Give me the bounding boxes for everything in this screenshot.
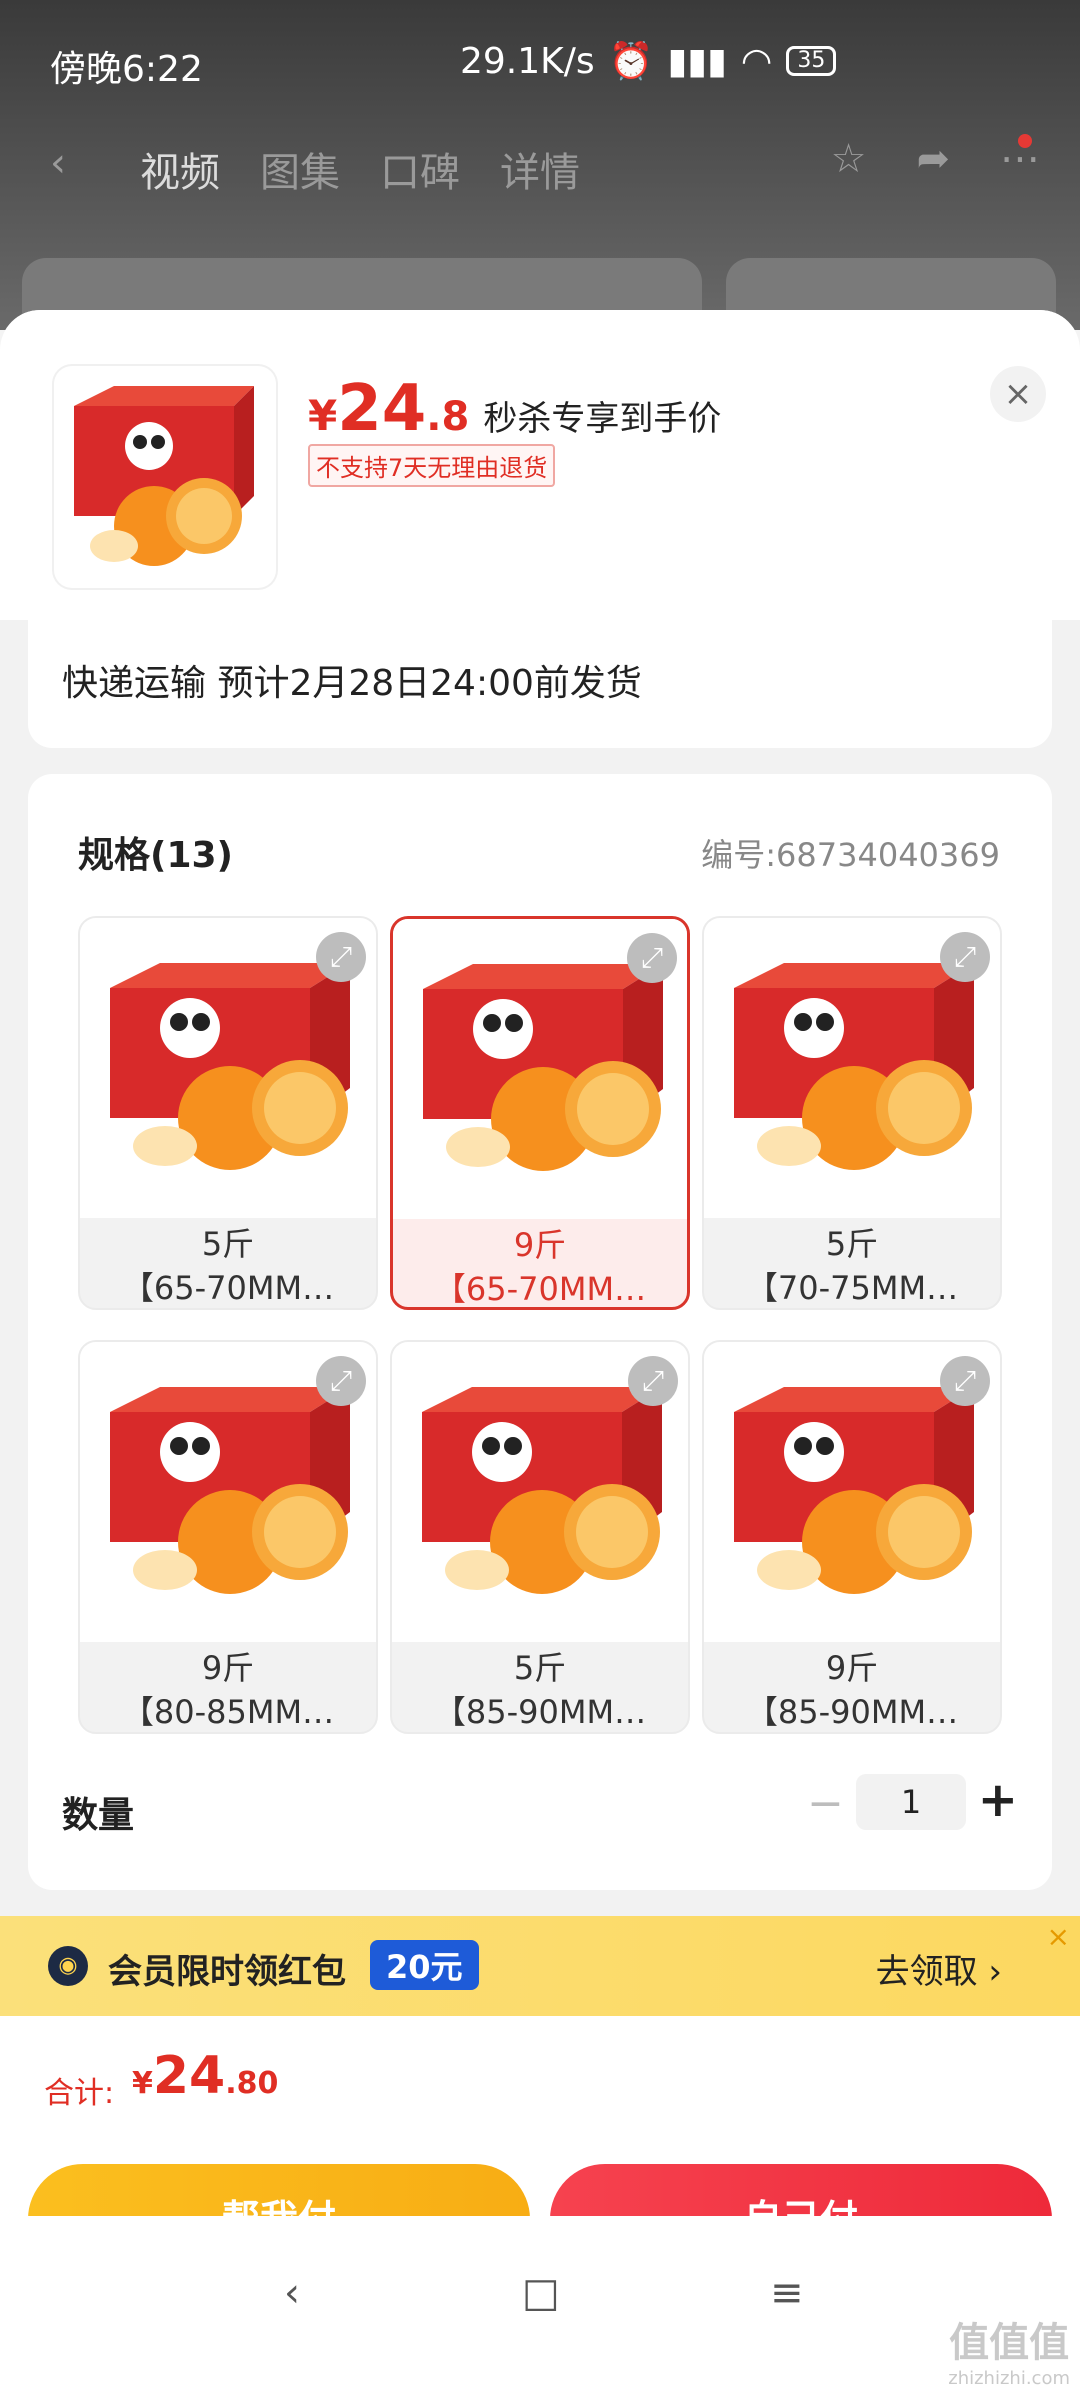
spec-option-label: 9斤 【65-70MM… [393,1219,687,1308]
watermark: 值值值 zhizhizhi.com [948,2310,1070,2389]
spec-option-label: 9斤 【85-90MM… [704,1642,1000,1732]
nav-actions: ☆ ➦ ⋯ [831,136,1040,182]
tab-reviews[interactable]: 口碑 [380,140,460,198]
spec-size: 【65-70MM… [433,1270,647,1308]
purchase-sheet: ¥ 24 .8 秒杀专享到手价 不支持7天无理由退货 × 快递运输 预计2月28… [0,310,1080,2400]
spec-weight: 9斤 [825,1649,879,1687]
spec-option-label: 5斤 【70-75MM… [704,1218,1000,1308]
system-back-icon[interactable]: ‹ [284,2270,300,2316]
total-bar: 合计: ¥ 24 .80 [0,2016,1080,2146]
expand-icon[interactable]: ⤢ [940,932,990,982]
spec-size: 【85-90MM… [433,1693,647,1731]
price-decimal: .8 [426,394,470,440]
wifi-icon: ◠ [740,40,773,82]
tab-video[interactable]: 视频 [140,140,220,198]
system-nav-bar: ‹ □ ≡ [0,2216,1080,2400]
return-policy-tag: 不支持7天无理由退货 [308,444,556,487]
product-header: ¥ 24 .8 秒杀专享到手价 不支持7天无理由退货 × [0,310,1080,620]
star-icon[interactable]: ☆ [831,136,867,182]
nav-tabs: 视频 图集 口碑 详情 [140,140,580,198]
status-indicators: 29.1K/s ⏰ ▮▮▮ ◠ 35 [460,40,837,82]
expand-icon[interactable]: ⤢ [940,1356,990,1406]
status-bar: 傍晚6:22 29.1K/s ⏰ ▮▮▮ ◠ 35 [0,0,1080,120]
price-symbol: ¥ [308,391,338,440]
battery-icon: 35 [786,46,837,76]
spec-option[interactable]: ⤢ 5斤 【65-70MM… [78,916,378,1310]
spec-weight: 9斤 [513,1226,567,1264]
total-symbol: ¥ [132,2066,153,2101]
product-thumbnail[interactable] [54,366,276,588]
spec-option-selected[interactable]: ⤢ 9斤 【65-70MM… [390,916,690,1310]
expand-icon[interactable]: ⤢ [316,1356,366,1406]
total-decimal: .80 [225,2066,279,2101]
spec-size: 【70-75MM… [745,1269,959,1307]
quantity-label: 数量 [62,1795,135,1836]
quantity-input[interactable]: 1 [856,1774,966,1830]
claim-link[interactable]: 去领取 › [876,1944,1002,1993]
back-icon[interactable]: ‹ [50,140,66,186]
spec-option-label: 5斤 【85-90MM… [392,1642,688,1732]
notification-dot [1018,134,1032,148]
system-menu-icon[interactable]: ≡ [770,2270,804,2316]
promo-text: 会员限时领红包 [108,1952,346,1992]
expand-icon[interactable]: ⤢ [628,1356,678,1406]
tab-details[interactable]: 详情 [500,140,580,198]
quantity-decrease-button[interactable]: − [807,1778,844,1829]
status-time: 傍晚6:22 [50,49,203,90]
member-icon: ◉ [48,1946,88,1986]
network-speed: 29.1K/s [460,40,595,82]
spec-option-label: 5斤 【65-70MM… [80,1218,376,1308]
spec-size: 【65-70MM… [121,1269,335,1307]
tab-gallery[interactable]: 图集 [260,140,340,198]
spec-option[interactable]: ⤢ 5斤 【85-90MM… [390,1340,690,1734]
total-integer: 24 [152,2046,226,2106]
promo-close-icon[interactable]: × [1047,1920,1070,1953]
product-image [74,386,254,566]
watermark-text: 值值值 [949,2320,1070,2366]
spec-weight: 5斤 [201,1225,255,1263]
total-label: 合计: [44,2076,115,2111]
expand-icon[interactable]: ⤢ [627,933,677,983]
spec-option-label: 9斤 【80-85MM… [80,1642,376,1732]
spec-option[interactable]: ⤢ 9斤 【80-85MM… [78,1340,378,1734]
spec-card: 规格(13) 编号:68734040369 ⤢ 5斤 【65-70MM… ⤢ 9… [28,774,1052,1890]
quantity-increase-button[interactable]: + [978,1772,1018,1828]
watermark-sub: zhizhizhi.com [948,2368,1070,2389]
shipping-info: 快递运输 预计2月28日24:00前发货 [62,663,642,704]
price-integer: 24 [337,372,427,446]
spec-title: 规格(13) [78,835,234,876]
share-icon[interactable]: ➦ [916,136,950,182]
price-note: 秒杀专享到手价 [483,399,722,439]
product-code: 编号:68734040369 [701,836,1000,874]
alarm-icon: ⏰ [608,41,654,82]
expand-icon[interactable]: ⤢ [316,932,366,982]
system-home-icon[interactable]: □ [522,2270,560,2316]
spec-option[interactable]: ⤢ 9斤 【85-90MM… [702,1340,1002,1734]
spec-size: 【80-85MM… [121,1693,335,1731]
price-line: ¥ 24 .8 秒杀专享到手价 [308,372,721,446]
promo-amount-badge: 20元 [370,1940,479,1990]
spec-weight: 5斤 [513,1649,567,1687]
signal-icon: ▮▮▮ [667,40,727,82]
spec-weight: 9斤 [201,1649,255,1687]
spec-size: 【85-90MM… [745,1693,959,1731]
spec-grid: ⤢ 5斤 【65-70MM… ⤢ 9斤 【65-70MM… ⤢ 5斤 【70-7… [78,916,1002,1736]
top-nav: ‹ 视频 图集 口碑 详情 ☆ ➦ ⋯ [0,130,1080,220]
promo-banner[interactable]: ◉ 会员限时领红包 20元 去领取 › × [0,1916,1080,2016]
spec-weight: 5斤 [825,1225,879,1263]
shipping-card: 快递运输 预计2月28日24:00前发货 [28,620,1052,748]
close-button[interactable]: × [990,366,1046,422]
total-price: ¥ 24 .80 [132,2046,278,2106]
spec-option[interactable]: ⤢ 5斤 【70-75MM… [702,916,1002,1310]
